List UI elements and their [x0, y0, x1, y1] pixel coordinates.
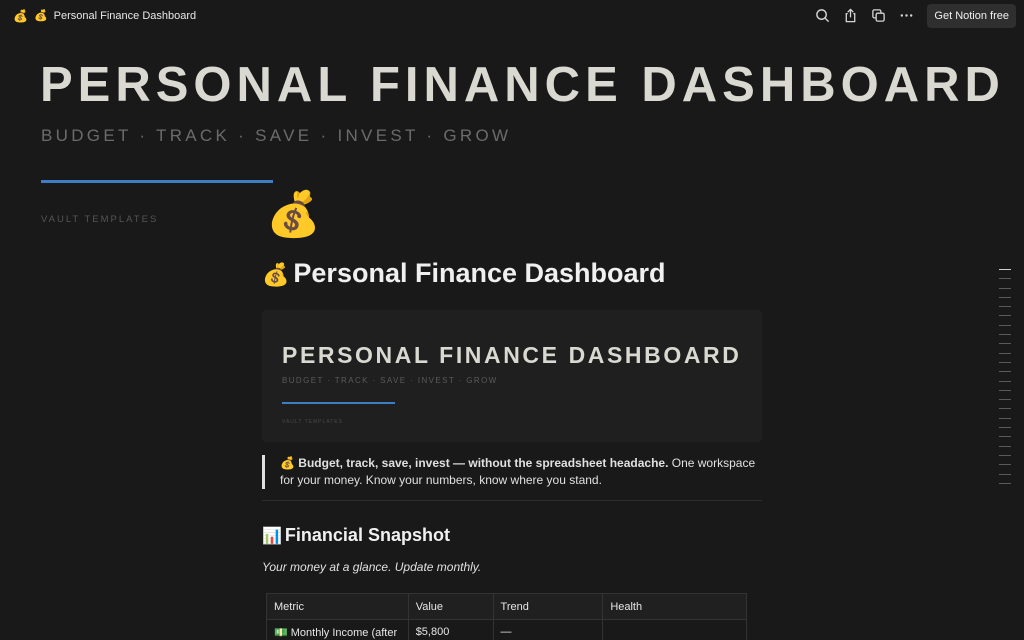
toc-line[interactable]	[999, 334, 1011, 336]
table-header-row: Metric Value Trend Health	[266, 593, 747, 620]
banner-subtitle: BUDGET · TRACK · SAVE · INVEST · GROW	[282, 376, 498, 385]
toc-line[interactable]	[999, 371, 1011, 373]
breadcrumb-title[interactable]: Personal Finance Dashboard	[54, 10, 196, 22]
toc-line[interactable]	[999, 315, 1011, 317]
cover-vault-label: VAULT TEMPLATES	[41, 214, 159, 225]
page-money-bag-icon[interactable]: 💰	[34, 9, 48, 22]
page-title-text: Personal Finance Dashboard	[293, 258, 666, 288]
share-icon[interactable]	[839, 5, 861, 27]
toc-line[interactable]	[999, 278, 1011, 280]
toc-line[interactable]	[999, 269, 1011, 270]
banner-vault-label: VAULT TEMPLATES	[282, 419, 343, 425]
page-icon[interactable]: 💰	[266, 193, 321, 237]
page-title: 💰 Personal Finance Dashboard	[262, 258, 666, 289]
banner-title: PERSONAL FINANCE DASHBOARD	[282, 342, 742, 368]
section-heading-text: Financial Snapshot	[284, 525, 450, 545]
section-heading-financial-snapshot: 📊 Financial Snapshot	[262, 525, 450, 546]
search-icon[interactable]	[811, 5, 833, 27]
column-header-metric[interactable]: Metric	[266, 593, 409, 620]
toc-line[interactable]	[999, 343, 1011, 345]
toc-line[interactable]	[999, 445, 1011, 447]
toc-line[interactable]	[999, 380, 1011, 382]
toc-line[interactable]	[999, 454, 1011, 456]
cell-health[interactable]	[602, 619, 747, 640]
banner-accent-line	[282, 402, 395, 404]
toc-line[interactable]	[999, 389, 1011, 391]
duplicate-icon[interactable]	[867, 5, 889, 27]
quote-money-bag-icon: 💰	[280, 456, 295, 470]
toc-line[interactable]	[999, 361, 1011, 363]
toc-line[interactable]	[999, 399, 1011, 401]
toc-line[interactable]	[999, 417, 1011, 419]
column-header-trend[interactable]: Trend	[492, 593, 604, 620]
toc-line[interactable]	[999, 408, 1011, 410]
divider	[262, 500, 762, 501]
quote-bold-text: Budget, track, save, invest — without th…	[298, 456, 669, 470]
topbar-actions: Get Notion free	[811, 3, 1016, 28]
column-header-value[interactable]: Value	[407, 593, 494, 620]
money-icon: 💵	[274, 627, 288, 639]
toc-line[interactable]	[999, 482, 1011, 484]
toc-line[interactable]	[999, 296, 1011, 298]
toc-line[interactable]	[999, 436, 1011, 438]
toc-line[interactable]	[999, 464, 1011, 466]
toc-line[interactable]	[999, 427, 1011, 429]
intro-quote: 💰 Budget, track, save, invest — without …	[262, 455, 762, 489]
toc-line[interactable]	[999, 287, 1011, 289]
cell-trend[interactable]: —	[492, 619, 604, 640]
section-note: Your money at a glance. Update monthly.	[262, 560, 482, 574]
column-header-health[interactable]: Health	[602, 593, 747, 620]
bar-chart-icon: 📊	[262, 528, 282, 545]
top-bar: 💰 💰 Personal Finance Dashboard Get Notio…	[0, 0, 1024, 31]
table-of-contents-minimap[interactable]	[999, 269, 1011, 492]
cover-subtitle: BUDGET · TRACK · SAVE · INVEST · GROW	[41, 126, 512, 145]
table-row: 💵 Monthly Income (after $5,800 —	[266, 619, 747, 640]
cover-accent-line	[41, 180, 273, 183]
cover-title: PERSONAL FINANCE DASHBOARD	[40, 58, 1005, 112]
get-notion-free-button[interactable]: Get Notion free	[927, 3, 1016, 28]
toc-line[interactable]	[999, 352, 1011, 354]
toc-line[interactable]	[999, 324, 1011, 326]
cell-value[interactable]: $5,800	[407, 619, 494, 640]
toc-line[interactable]	[999, 306, 1011, 308]
cell-metric-text: Monthly Income (after	[290, 627, 398, 639]
financial-snapshot-table: Metric Value Trend Health 💵 Monthly Inco…	[266, 593, 747, 640]
more-icon[interactable]	[895, 5, 917, 27]
page-cover: PERSONAL FINANCE DASHBOARD BUDGET · TRAC…	[0, 31, 1024, 271]
title-money-bag-icon: 💰	[262, 262, 290, 287]
toc-line[interactable]	[999, 473, 1011, 475]
cell-metric[interactable]: 💵 Monthly Income (after	[266, 619, 409, 640]
banner-image: PERSONAL FINANCE DASHBOARD BUDGET · TRAC…	[262, 310, 762, 442]
money-bag-icon: 💰	[13, 8, 28, 23]
